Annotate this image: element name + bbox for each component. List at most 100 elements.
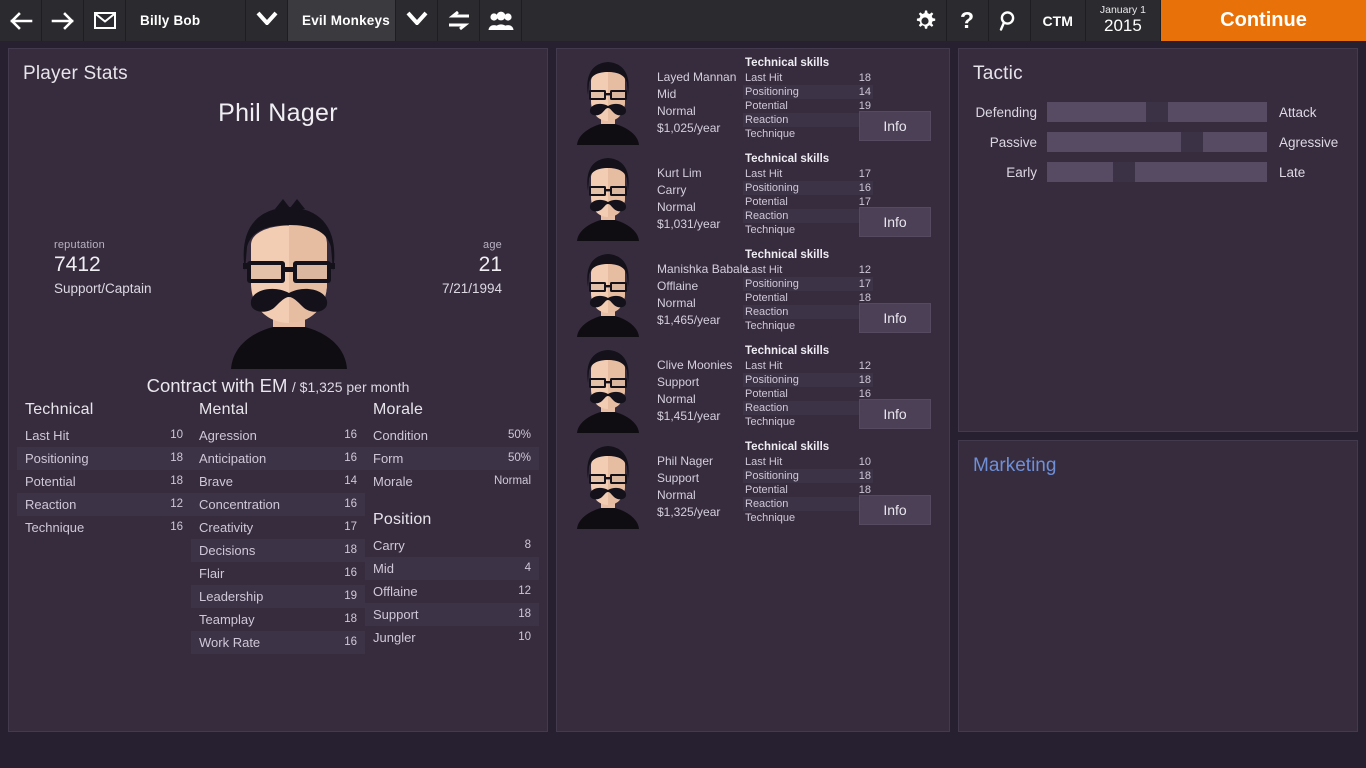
info-button[interactable]: Info xyxy=(859,303,931,333)
stats-columns: TechnicalLast Hit10Positioning18Potentia… xyxy=(17,397,539,654)
roster-player-avatar xyxy=(567,345,649,433)
roster-player-skills: Technical skillsLast Hit12Positioning17P… xyxy=(743,249,873,333)
tactic-slider-track[interactable] xyxy=(1047,162,1267,182)
stat-value: 50% xyxy=(508,429,531,441)
stat-value: 18 xyxy=(170,452,183,464)
stat-row: Teamplay 18 xyxy=(191,608,365,631)
tactic-slider-row: PassiveAgressive xyxy=(959,127,1357,157)
magnifier-icon xyxy=(998,10,1020,32)
roster-player-skills: Technical skillsLast Hit12Positioning18P… xyxy=(743,345,873,429)
skill-value: 14 xyxy=(859,86,871,98)
stat-name: Work Rate xyxy=(199,635,260,650)
age-block: age 21 7/21/1994 xyxy=(442,239,502,296)
roster-player-avatar xyxy=(567,57,649,145)
stat-row: Form50% xyxy=(365,447,539,470)
marketing-title[interactable]: Marketing xyxy=(959,441,1357,477)
skill-name: Positioning xyxy=(745,470,799,482)
manager-name[interactable]: Billy Bob xyxy=(126,0,246,41)
skill-name: Potential xyxy=(745,100,788,112)
transfers-button[interactable] xyxy=(438,0,480,41)
skill-name: Potential xyxy=(745,388,788,400)
stat-column-mental: MentalAgression16Anticipation16Brave14Co… xyxy=(191,397,365,654)
info-button[interactable]: Info xyxy=(859,495,931,525)
roster-row[interactable]: Layed MannanMidNormal$1,025/yearTechnica… xyxy=(557,53,949,149)
skill-name: Technique xyxy=(745,320,795,332)
tactic-slider-track[interactable] xyxy=(1047,102,1267,122)
info-button[interactable]: Info xyxy=(859,399,931,429)
stat-name: Agression xyxy=(199,428,257,443)
skill-row: Potential18 xyxy=(743,291,873,305)
tactic-slider-row: Defending Attack xyxy=(959,97,1357,127)
skill-name: Reaction xyxy=(745,498,788,510)
info-button[interactable]: Info xyxy=(859,111,931,141)
stat-column-technical: TechnicalLast Hit10Positioning18Potentia… xyxy=(17,397,191,654)
skill-name: Positioning xyxy=(745,374,799,386)
stat-value: 18 xyxy=(344,613,357,625)
back-button[interactable] xyxy=(0,0,42,41)
stat-row: Jungler 10 xyxy=(365,626,539,649)
roster-row[interactable]: Clive MooniesSupportNormal$1,451/yearTec… xyxy=(557,341,949,437)
skill-row: Technique16 xyxy=(743,319,873,333)
chevron-down-icon xyxy=(256,11,278,30)
roster-list: Layed MannanMidNormal$1,025/yearTechnica… xyxy=(557,53,949,533)
continue-button[interactable]: Continue xyxy=(1161,0,1366,41)
stat-value: 18 xyxy=(170,475,183,487)
stat-name: Jungler xyxy=(373,630,416,645)
settings-button[interactable] xyxy=(905,0,947,41)
stat-value: 17 xyxy=(344,521,357,533)
skill-name: Positioning xyxy=(745,86,799,98)
roster-row[interactable]: Manishka BabaleOfflaineNormal$1,465/year… xyxy=(557,245,949,341)
team-name[interactable]: Evil Monkeys xyxy=(288,0,396,41)
roster-row[interactable]: Kurt LimCarryNormal$1,031/yearTechnical … xyxy=(557,149,949,245)
arrow-right-icon xyxy=(51,12,75,30)
search-button[interactable] xyxy=(989,0,1031,41)
age-caption: age xyxy=(442,239,502,251)
player-role: Support/Captain xyxy=(54,281,152,296)
stat-value: 10 xyxy=(518,631,531,643)
help-button[interactable]: ? xyxy=(947,0,989,41)
player-stats-title: Player Stats xyxy=(9,49,547,85)
stat-value: Normal xyxy=(494,475,531,487)
skill-row: Positioning16 xyxy=(743,181,873,195)
skill-name: Last Hit xyxy=(745,360,782,372)
stat-value: 16 xyxy=(344,567,357,579)
tactic-slider-track[interactable] xyxy=(1047,132,1267,152)
tactic-right-label: Late xyxy=(1267,165,1357,180)
ctm-label: CTM xyxy=(1043,13,1073,29)
age-value: 21 xyxy=(442,253,502,277)
skill-value: 10 xyxy=(859,456,871,468)
stat-value: 19 xyxy=(344,590,357,602)
stat-name: Flair xyxy=(199,566,224,581)
skill-value: 12 xyxy=(859,264,871,276)
tactic-slider-thumb[interactable] xyxy=(1113,162,1135,182)
stat-name: Teamplay xyxy=(199,612,255,627)
mail-button[interactable] xyxy=(84,0,126,41)
stat-name: Offlaine xyxy=(373,584,418,599)
skill-row: Potential18 xyxy=(743,483,873,497)
squad-button[interactable] xyxy=(480,0,522,41)
stat-row: Mid4 xyxy=(365,557,539,580)
stat-group-heading: Mental xyxy=(191,397,365,424)
skill-row: Positioning18 xyxy=(743,373,873,387)
stat-name: Decisions xyxy=(199,543,255,558)
roster-row[interactable]: Phil NagerSupportNormal$1,325/yearTechni… xyxy=(557,437,949,533)
team-dropdown-button[interactable] xyxy=(396,0,438,41)
skill-name: Technique xyxy=(745,416,795,428)
info-button[interactable]: Info xyxy=(859,207,931,237)
skills-heading: Technical skills xyxy=(743,57,873,71)
skill-row: Reaction17 xyxy=(743,209,873,223)
stat-value: 8 xyxy=(525,539,531,551)
skill-name: Positioning xyxy=(745,278,799,290)
stat-name: Morale xyxy=(373,474,413,489)
tactic-right-label: Attack xyxy=(1267,105,1357,120)
tactic-slider-thumb[interactable] xyxy=(1181,132,1203,152)
tactic-left-label: Defending xyxy=(959,105,1047,120)
tactic-slider-thumb[interactable] xyxy=(1146,102,1168,122)
skill-row: Last Hit12 xyxy=(743,359,873,373)
manager-dropdown-button[interactable] xyxy=(246,0,288,41)
stat-name: Positioning xyxy=(25,451,89,466)
stat-row: Brave14 xyxy=(191,470,365,493)
roster-player-skills: Technical skillsLast Hit17Positioning16P… xyxy=(743,153,873,237)
ctm-button[interactable]: CTM xyxy=(1031,0,1086,41)
forward-button[interactable] xyxy=(42,0,84,41)
